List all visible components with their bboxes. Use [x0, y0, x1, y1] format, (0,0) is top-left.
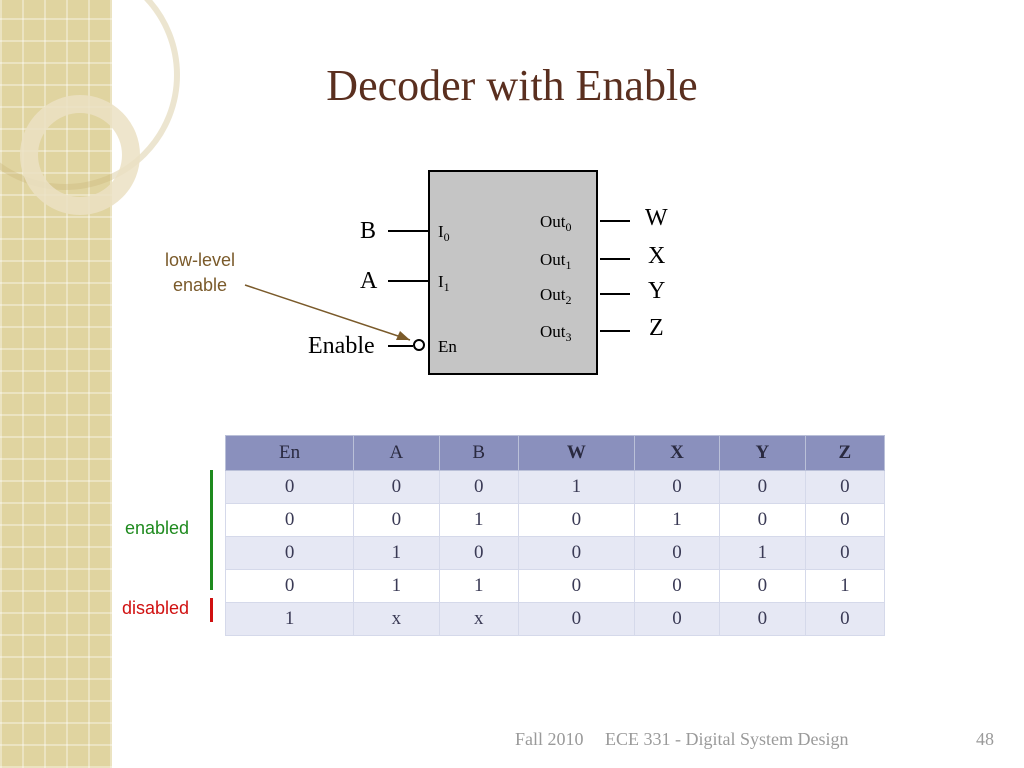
col-w: W [518, 436, 634, 471]
table-row: 1xx0000 [226, 603, 885, 636]
table-row: 0110001 [226, 570, 885, 603]
col-z: Z [805, 436, 884, 471]
wire [600, 220, 630, 222]
internal-en-label: En [438, 337, 457, 357]
input-b-label: B [360, 218, 376, 245]
table-row: 0010100 [226, 504, 885, 537]
internal-out3-label: Out3 [540, 322, 572, 342]
wire [388, 280, 428, 282]
col-en: En [226, 436, 354, 471]
output-w-label: W [645, 205, 668, 232]
input-enable-label: Enable [308, 333, 375, 360]
wire [388, 345, 413, 347]
wire [388, 230, 428, 232]
internal-out1-label: Out1 [540, 250, 572, 270]
enabled-label: enabled [125, 518, 189, 539]
decoder-diagram: B A Enable I0 I1 En Out0 Out1 Out2 Out3 … [300, 170, 720, 400]
internal-i1-label: I1 [438, 272, 450, 292]
output-x-label: X [648, 243, 665, 270]
col-a: A [354, 436, 439, 471]
col-x: X [634, 436, 719, 471]
col-b: B [439, 436, 518, 471]
wire [600, 258, 630, 260]
truth-table: En A B W X Y Z 0001000 0010100 0100010 0… [225, 435, 885, 636]
table-row: 0100010 [226, 537, 885, 570]
footer-term: Fall 2010 [515, 729, 584, 750]
footer-course: ECE 331 - Digital System Design [605, 729, 848, 750]
footer-page: 48 [976, 729, 994, 750]
output-y-label: Y [648, 278, 665, 305]
low-level-enable-note: low-level enable [150, 248, 250, 298]
col-y: Y [720, 436, 805, 471]
input-a-label: A [360, 268, 377, 295]
internal-out0-label: Out0 [540, 212, 572, 232]
internal-i0-label: I0 [438, 222, 450, 242]
wire [600, 330, 630, 332]
table-header-row: En A B W X Y Z [226, 436, 885, 471]
slide-title: Decoder with Enable [0, 60, 1024, 111]
decorative-ring [20, 95, 140, 215]
disabled-label: disabled [122, 598, 189, 619]
output-z-label: Z [649, 315, 664, 342]
internal-out2-label: Out2 [540, 285, 572, 305]
disabled-brace [210, 598, 213, 622]
enabled-brace [210, 470, 213, 590]
active-low-bubble-icon [413, 339, 425, 351]
table-row: 0001000 [226, 471, 885, 504]
wire [600, 293, 630, 295]
